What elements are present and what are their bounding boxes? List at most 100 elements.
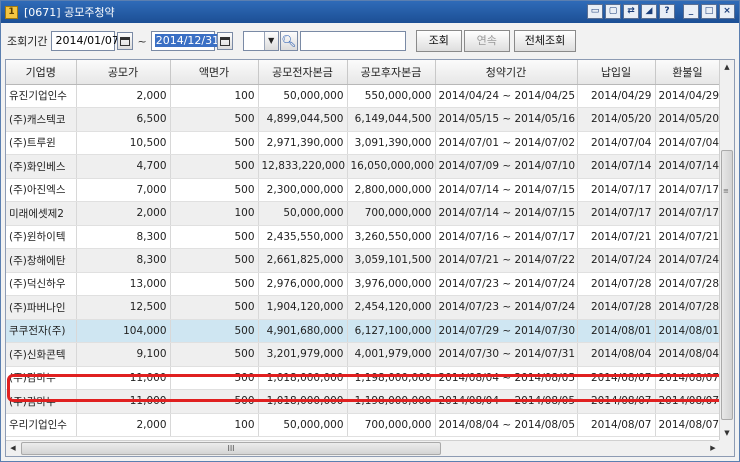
table-cell: 500 [170,225,259,249]
table-cell: 2014/07/28 [577,272,656,296]
table-cell: 2014/04/24 ~ 2014/04/25 [435,84,578,108]
table-cell: 7,000 [76,178,171,202]
table-cell: 3,059,101,500 [347,248,436,273]
table-row[interactable]: (주)아진엑스 7,000 500 2,300,000,000 2,800,000,00… [6,178,721,202]
table-cell: 50,000,000 [258,84,348,108]
table-row[interactable]: (주)트루윈 10,500 500 2,971,390,000 3,091,390,00… [6,131,721,155]
column-header[interactable]: 환불일 [655,60,721,85]
end-calendar-icon[interactable] [216,32,233,50]
table-row[interactable]: (주)감마누 11,000 500 1,018,000,000 1,198,000,00… [6,389,721,414]
table-cell: 2014/08/07 [655,413,721,437]
transfer-icon[interactable]: ⇄ [623,4,639,19]
table-cell: 2,661,825,000 [258,248,348,273]
table-cell: 550,000,000 [347,84,436,108]
table-cell: 500 [170,131,259,155]
table-row[interactable]: 미래에셋제2 2,000 100 50,000,000 700,000,000 2014/… [6,201,721,226]
table-row[interactable]: (주)화인베스 4,700 500 12,833,220,000 16,050,000,… [6,154,721,179]
table-cell: 1,198,000,000 [347,389,436,414]
table-cell: 2014/08/04 [655,342,721,367]
table-cell: 500 [170,319,259,343]
copy-window-icon[interactable]: ▢ [605,4,621,19]
table-cell: 2014/07/04 [655,131,721,155]
app-icon: 1 [5,5,18,19]
end-date-input[interactable]: 2014/12/31 [150,31,221,51]
table-cell: 2014/08/07 [577,389,656,414]
scroll-down-icon[interactable]: ▼ [720,426,734,440]
table-cell: 2014/07/24 [655,248,721,273]
column-header[interactable]: 공모후자본금 [347,60,436,85]
column-header[interactable]: 공모가 [76,60,171,85]
minimize-icon[interactable]: _ [683,4,699,19]
next-button[interactable]: 연속 [463,30,510,52]
table-cell: 700,000,000 [347,413,436,437]
table-cell: 2014/07/17 [577,201,656,226]
scroll-left-icon[interactable]: ◀ [6,441,20,456]
table-cell: 2014/07/04 [577,131,656,155]
chart-icon[interactable]: ◢ [641,4,657,19]
ipo-table: 기업명 공모가 액면가 공모전자본금 공모후자본금 청약기간 납입일 환불일 유진기업인수 2,… [6,60,721,437]
date-separator: ~ [137,34,147,48]
scroll-up-icon[interactable]: ▲ [720,60,734,74]
title-buttons: ▭ ▢ ⇄ ◢ ? _ □ × [587,4,735,19]
table-cell: 2014/08/07 [577,366,656,390]
chevron-down-icon[interactable]: ▼ [263,32,278,50]
table-row[interactable]: (주)윈하이텍 8,300 500 2,435,550,000 3,260,550,00… [6,225,721,249]
code-combo[interactable]: ▼ [242,31,279,51]
table-cell: 2014/04/29 [577,84,656,108]
horizontal-scroll-thumb[interactable]: III [21,442,441,455]
search-input[interactable] [299,31,406,51]
table-cell: 500 [170,248,259,273]
table-cell: 9,100 [76,342,171,367]
table-cell: (주)트루윈 [6,131,77,155]
table-cell: 8,300 [76,225,171,249]
table-cell: 쿠쿠전자(주) [6,319,77,343]
column-header[interactable]: 액면가 [170,60,259,85]
query-toolbar: 조회기간 2014/01/07 ~ 2014/12/31 ▼ 🔍︎ 조회 연속 … [1,23,739,59]
table-row[interactable]: (주)파버나인 12,500 500 1,904,120,000 2,454,120,0… [6,295,721,320]
close-icon[interactable]: × [719,4,735,19]
table-cell: 2,000 [76,84,171,108]
table-cell: 2,976,000,000 [258,272,348,296]
scroll-right-icon[interactable]: ▶ [706,441,720,456]
query-all-button[interactable]: 전체조회 [513,30,577,52]
table-row[interactable]: (주)창해에탄 8,300 500 2,661,825,000 3,059,101,50… [6,248,721,273]
table-cell: 2014/05/15 ~ 2014/05/16 [435,107,578,132]
table-row[interactable]: (주)신화콘텍 9,100 500 3,201,979,000 4,001,979,00… [6,342,721,367]
table-cell: 2014/07/09 ~ 2014/07/10 [435,154,578,179]
table-row[interactable]: (주)캐스텍코 6,500 500 4,899,044,500 6,149,044,50… [6,107,721,132]
vertical-scrollbar[interactable]: ▲ ≡ ▼ [719,60,734,440]
table-cell: (주)캐스텍코 [6,107,77,132]
table-cell: 100 [170,413,259,437]
ipo-grid: 기업명 공모가 액면가 공모전자본금 공모후자본금 청약기간 납입일 환불일 유진기업인수 2,… [5,59,735,457]
table-cell: 미래에셋제2 [6,201,77,226]
search-icon[interactable]: 🔍︎ [279,31,298,51]
column-header[interactable]: 납입일 [577,60,656,85]
start-calendar-icon[interactable] [117,32,134,50]
table-cell: 6,500 [76,107,171,132]
table-cell: 8,300 [76,248,171,273]
table-cell: 2014/08/07 [655,366,721,390]
table-cell: 2,454,120,000 [347,295,436,320]
scroll-grip: ≡ [723,187,729,195]
table-cell: 2014/07/28 [655,272,721,296]
query-button[interactable]: 조회 [415,30,462,52]
horizontal-scrollbar[interactable]: ◀ III ▶ [6,440,720,456]
table-row[interactable]: 우리기업인수 2,000 100 50,000,000 700,000,000 2014/… [6,413,721,437]
table-row[interactable]: 쿠쿠전자(주) 104,000 500 4,901,680,000 6,127,100,… [6,319,721,343]
window-title: [0671] 공모주청약 [24,6,115,19]
help-icon[interactable]: ? [659,4,675,19]
table-cell: 2014/07/17 [655,201,721,226]
column-header[interactable]: 청약기간 [435,60,578,85]
table-row[interactable]: (주)덕신하우 13,000 500 2,976,000,000 3,976,000,0… [6,272,721,296]
table-row[interactable]: 유진기업인수 2,000 100 50,000,000 550,000,000 2014/… [6,84,721,108]
column-header[interactable]: 공모전자본금 [258,60,348,85]
table-cell: 2,971,390,000 [258,131,348,155]
start-date-input[interactable]: 2014/01/07 [51,31,119,51]
table-row[interactable]: (주)감마누 11,000 500 1,018,000,000 1,198,000,00… [6,366,721,390]
maximize-icon[interactable]: □ [701,4,717,19]
table-cell: 500 [170,366,259,390]
link-window-icon[interactable]: ▭ [587,4,603,19]
column-header[interactable]: 기업명 [6,60,77,85]
table-cell: 500 [170,389,259,414]
title-bar[interactable]: 1 [0671] 공모주청약 ▭ ▢ ⇄ ◢ ? _ □ × [1,1,739,23]
